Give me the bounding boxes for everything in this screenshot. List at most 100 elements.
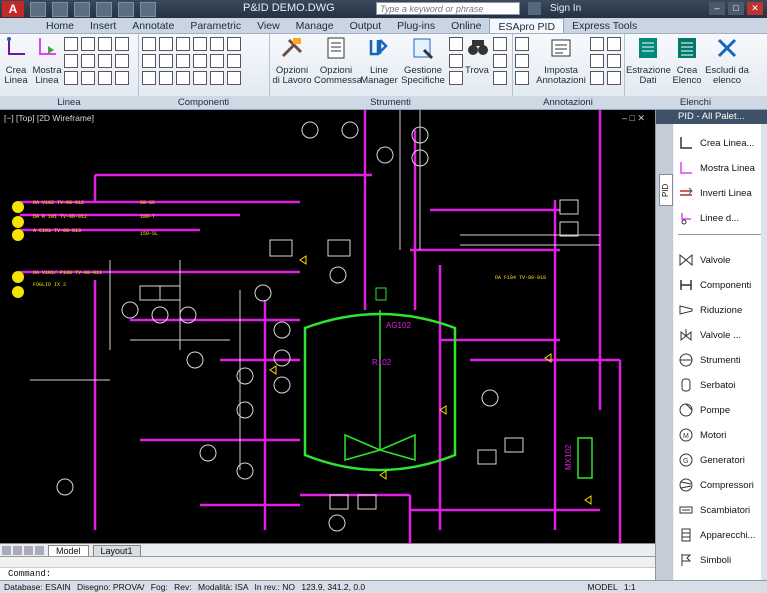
tool-icon[interactable]: [193, 71, 207, 85]
tool-icon[interactable]: [142, 71, 156, 85]
undo-icon[interactable]: [96, 2, 112, 17]
palette-item[interactable]: Pompe: [678, 399, 730, 421]
tool-icon[interactable]: [515, 71, 529, 85]
palette-item[interactable]: Strumenti: [678, 349, 741, 371]
tab-plug-ins[interactable]: Plug-ins: [389, 18, 443, 33]
tool-icon[interactable]: [607, 37, 621, 51]
tool-icon[interactable]: [159, 54, 173, 68]
palette-item[interactable]: Apparecchi...: [678, 524, 755, 546]
palette-tab-pid[interactable]: PID: [659, 174, 673, 206]
mostra-linea-button[interactable]: Mostra Linea: [32, 36, 62, 86]
tool-icon[interactable]: [227, 37, 241, 51]
gestione-specifiche-button[interactable]: Gestione Specifiche: [400, 36, 446, 86]
palette-item[interactable]: Inverti Linea: [678, 182, 752, 204]
tab-esapro-pid[interactable]: ESApro PID: [489, 18, 565, 33]
imposta-annotazioni-button[interactable]: Imposta Annotazioni: [534, 36, 588, 86]
tool-icon[interactable]: [159, 37, 173, 51]
prev-layout-icon[interactable]: [13, 545, 22, 555]
tool-icon[interactable]: [210, 54, 224, 68]
tab-view[interactable]: View: [249, 18, 288, 33]
tool-icon[interactable]: [227, 71, 241, 85]
last-layout-icon[interactable]: [35, 545, 44, 555]
drawing-canvas[interactable]: DA V102 TV-08-012 DA R 101 TV-08-012 A C…: [0, 110, 655, 543]
tool-icon[interactable]: [142, 54, 156, 68]
tool-icon[interactable]: [210, 71, 224, 85]
estrazione-dati-button[interactable]: Estrazione Dati: [626, 36, 671, 86]
user-icon[interactable]: [528, 2, 541, 15]
tab-output[interactable]: Output: [342, 18, 390, 33]
tool-icon[interactable]: [176, 71, 190, 85]
tool-icon[interactable]: [98, 71, 112, 85]
palette-item[interactable]: Riduzione: [678, 299, 742, 321]
palette-item[interactable]: Crea Linea...: [678, 132, 754, 154]
tool-icon[interactable]: [115, 37, 129, 51]
maximize-button[interactable]: □: [728, 2, 744, 15]
tool-icon[interactable]: [115, 54, 129, 68]
new-icon[interactable]: [30, 2, 46, 17]
help-icon[interactable]: [493, 37, 507, 51]
tab-online[interactable]: Online: [443, 18, 489, 33]
command-prompt[interactable]: Command:: [0, 568, 655, 580]
tool-icon[interactable]: [81, 37, 95, 51]
tool-icon[interactable]: [515, 37, 529, 51]
palette-item[interactable]: Valvole: [678, 249, 730, 271]
panel-title[interactable]: Annotazioni: [512, 96, 624, 109]
tool-icon[interactable]: [81, 71, 95, 85]
tool-icon[interactable]: [607, 54, 621, 68]
tab-model[interactable]: Model: [48, 544, 89, 556]
tool-icon[interactable]: [98, 37, 112, 51]
model-space-toggle[interactable]: MODEL: [588, 582, 618, 592]
palette-item[interactable]: Linee d...: [678, 207, 739, 229]
next-layout-icon[interactable]: [24, 545, 33, 555]
opzioni-lavoro-button[interactable]: Opzioni di Lavoro: [272, 36, 312, 86]
tool-icon[interactable]: [449, 71, 463, 85]
tool-icon[interactable]: [493, 54, 507, 68]
palette-item[interactable]: Valvole ...: [678, 324, 741, 346]
plot-icon[interactable]: [140, 2, 156, 17]
palette-item[interactable]: Serbatoi: [678, 374, 735, 396]
tool-icon[interactable]: [449, 37, 463, 51]
tool-icon[interactable]: [590, 37, 604, 51]
tool-icon[interactable]: [210, 37, 224, 51]
tool-icon[interactable]: [193, 37, 207, 51]
command-line[interactable]: Command:: [0, 556, 655, 581]
panel-title[interactable]: Componenti: [138, 96, 269, 109]
palette-item[interactable]: M Motori: [678, 424, 726, 446]
valve-icon[interactable]: [142, 37, 156, 51]
save-icon[interactable]: [74, 2, 90, 17]
tab-express-tools[interactable]: Express Tools: [564, 18, 645, 33]
close-button[interactable]: ✕: [747, 2, 763, 15]
tool-icon[interactable]: [64, 71, 78, 85]
tool-icon[interactable]: [64, 37, 78, 51]
first-layout-icon[interactable]: [2, 545, 11, 555]
tab-home[interactable]: Home: [38, 18, 82, 33]
tool-icon[interactable]: [607, 71, 621, 85]
tab-insert[interactable]: Insert: [82, 18, 124, 33]
tool-icon[interactable]: [227, 54, 241, 68]
tool-icon[interactable]: [493, 71, 507, 85]
opzioni-commessa-button[interactable]: Opzioni Commessa: [314, 36, 362, 86]
tool-icon[interactable]: [590, 71, 604, 85]
tool-icon[interactable]: [64, 54, 78, 68]
tool-icon[interactable]: [176, 37, 190, 51]
annotation-scale[interactable]: 1:1: [624, 582, 636, 592]
tool-icon[interactable]: [449, 54, 463, 68]
palette-item[interactable]: Scambiatori: [678, 499, 750, 521]
tool-icon[interactable]: [115, 71, 129, 85]
crea-linea-button[interactable]: Crea Linea: [2, 36, 30, 86]
viewport-window-controls[interactable]: – □ ✕: [622, 113, 645, 124]
palette-item[interactable]: Componenti: [678, 274, 751, 296]
tab-parametric[interactable]: Parametric: [182, 18, 249, 33]
tool-icon[interactable]: [159, 71, 173, 85]
tool-icon[interactable]: [98, 54, 112, 68]
sign-in-link[interactable]: Sign In: [550, 3, 581, 14]
tool-icon[interactable]: [176, 54, 190, 68]
tab-annotate[interactable]: Annotate: [124, 18, 182, 33]
palette-item[interactable]: Compressori: [678, 474, 754, 496]
trova-button[interactable]: Trova: [465, 36, 489, 76]
palette-item[interactable]: Simboli: [678, 549, 731, 571]
viewport-controls-label[interactable]: [−] [Top] [2D Wireframe]: [4, 113, 94, 123]
palette-title[interactable]: PID - All Palet...: [656, 110, 767, 124]
application-menu-button[interactable]: A: [2, 1, 24, 17]
panel-title[interactable]: Strumenti: [269, 96, 512, 109]
